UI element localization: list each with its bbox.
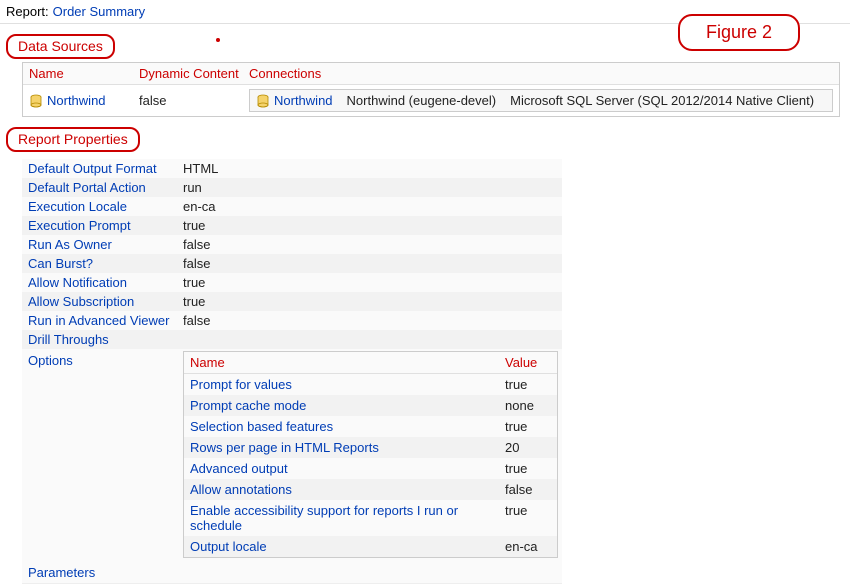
option-value: false (505, 482, 551, 497)
data-source-name-link[interactable]: Northwind (47, 93, 106, 108)
connection-driver: Microsoft SQL Server (SQL 2012/2014 Nati… (510, 93, 814, 108)
option-value: true (505, 503, 551, 533)
prop-value: run (183, 180, 202, 195)
connection-cell: Northwind Northwind (eugene-devel) Micro… (249, 89, 833, 112)
option-value: true (505, 461, 551, 476)
option-row: Prompt cache modenone (184, 395, 557, 416)
report-properties-table: Default Output FormatHTML Default Portal… (22, 159, 562, 584)
option-name[interactable]: Enable accessibility support for reports… (190, 503, 505, 533)
report-header: Report: Order Summary Figure 2 (0, 0, 850, 24)
option-row: Allow annotationsfalse (184, 479, 557, 500)
data-sources-table: Name Dynamic Content Connections Northwi… (22, 62, 840, 117)
prop-label[interactable]: Default Portal Action (28, 180, 183, 195)
option-name[interactable]: Prompt cache mode (190, 398, 505, 413)
prop-value: false (183, 237, 210, 252)
option-row: Rows per page in HTML Reports20 (184, 437, 557, 458)
prop-value: true (183, 218, 205, 233)
options-header-row: Name Value (184, 352, 557, 374)
prop-label[interactable]: Allow Notification (28, 275, 183, 290)
options-section: Options Name Value Prompt for valuestrue… (22, 349, 562, 562)
database-icon (256, 94, 270, 108)
prop-row: Run As Ownerfalse (22, 235, 562, 254)
annotation-dot (216, 38, 220, 42)
option-name[interactable]: Output locale (190, 539, 505, 554)
option-row: Selection based featurestrue (184, 416, 557, 437)
prop-row: Drill Throughs (22, 330, 562, 349)
prop-label[interactable]: Default Output Format (28, 161, 183, 176)
option-row: Enable accessibility support for reports… (184, 500, 557, 536)
prop-label[interactable]: Execution Locale (28, 199, 183, 214)
parameters-row: Parameters (22, 562, 562, 583)
option-value: none (505, 398, 551, 413)
data-source-dynamic: false (139, 93, 249, 108)
report-label: Report: (6, 4, 49, 19)
report-name-link[interactable]: Order Summary (53, 4, 145, 19)
options-col-name: Name (190, 355, 505, 370)
connection-detail: Northwind (eugene-devel) (347, 93, 497, 108)
option-value: true (505, 377, 551, 392)
option-value: 20 (505, 440, 551, 455)
prop-row: Allow Subscriptiontrue (22, 292, 562, 311)
prop-label[interactable]: Allow Subscription (28, 294, 183, 309)
options-label[interactable]: Options (28, 353, 73, 368)
prop-row: Execution Localeen-ca (22, 197, 562, 216)
col-dynamic: Dynamic Content (139, 66, 249, 81)
col-name: Name (29, 66, 139, 81)
option-name[interactable]: Prompt for values (190, 377, 505, 392)
prop-value: true (183, 275, 205, 290)
prop-label[interactable]: Execution Prompt (28, 218, 183, 233)
database-icon (29, 94, 43, 108)
prop-row: Default Output FormatHTML (22, 159, 562, 178)
prop-row: Default Portal Actionrun (22, 178, 562, 197)
options-table: Name Value Prompt for valuestrue Prompt … (183, 351, 558, 558)
prop-value: false (183, 256, 210, 271)
prop-row: Run in Advanced Viewerfalse (22, 311, 562, 330)
options-col-value: Value (505, 355, 551, 370)
option-name[interactable]: Selection based features (190, 419, 505, 434)
data-sources-heading: Data Sources (6, 34, 115, 59)
prop-row: Execution Prompttrue (22, 216, 562, 235)
data-source-row: Northwind false Northwind Northwind (eug… (23, 85, 839, 116)
prop-value: HTML (183, 161, 218, 176)
prop-value: en-ca (183, 199, 216, 214)
option-name[interactable]: Allow annotations (190, 482, 505, 497)
option-name[interactable]: Rows per page in HTML Reports (190, 440, 505, 455)
option-row: Output localeen-ca (184, 536, 557, 557)
option-row: Advanced outputtrue (184, 458, 557, 479)
prop-label[interactable]: Run in Advanced Viewer (28, 313, 183, 328)
prop-value: true (183, 294, 205, 309)
option-value: en-ca (505, 539, 551, 554)
prop-row: Can Burst?false (22, 254, 562, 273)
figure-annotation: Figure 2 (678, 14, 800, 51)
report-properties-heading: Report Properties (6, 127, 140, 152)
connection-name-link[interactable]: Northwind (274, 93, 333, 108)
prop-value: false (183, 313, 210, 328)
prop-row: Allow Notificationtrue (22, 273, 562, 292)
data-sources-header-row: Name Dynamic Content Connections (23, 63, 839, 85)
prop-label[interactable]: Drill Throughs (28, 332, 183, 347)
option-value: true (505, 419, 551, 434)
parameters-link[interactable]: Parameters (28, 565, 95, 580)
option-row: Prompt for valuestrue (184, 374, 557, 395)
option-name[interactable]: Advanced output (190, 461, 505, 476)
col-conn: Connections (249, 66, 833, 81)
prop-label[interactable]: Can Burst? (28, 256, 183, 271)
prop-label[interactable]: Run As Owner (28, 237, 183, 252)
